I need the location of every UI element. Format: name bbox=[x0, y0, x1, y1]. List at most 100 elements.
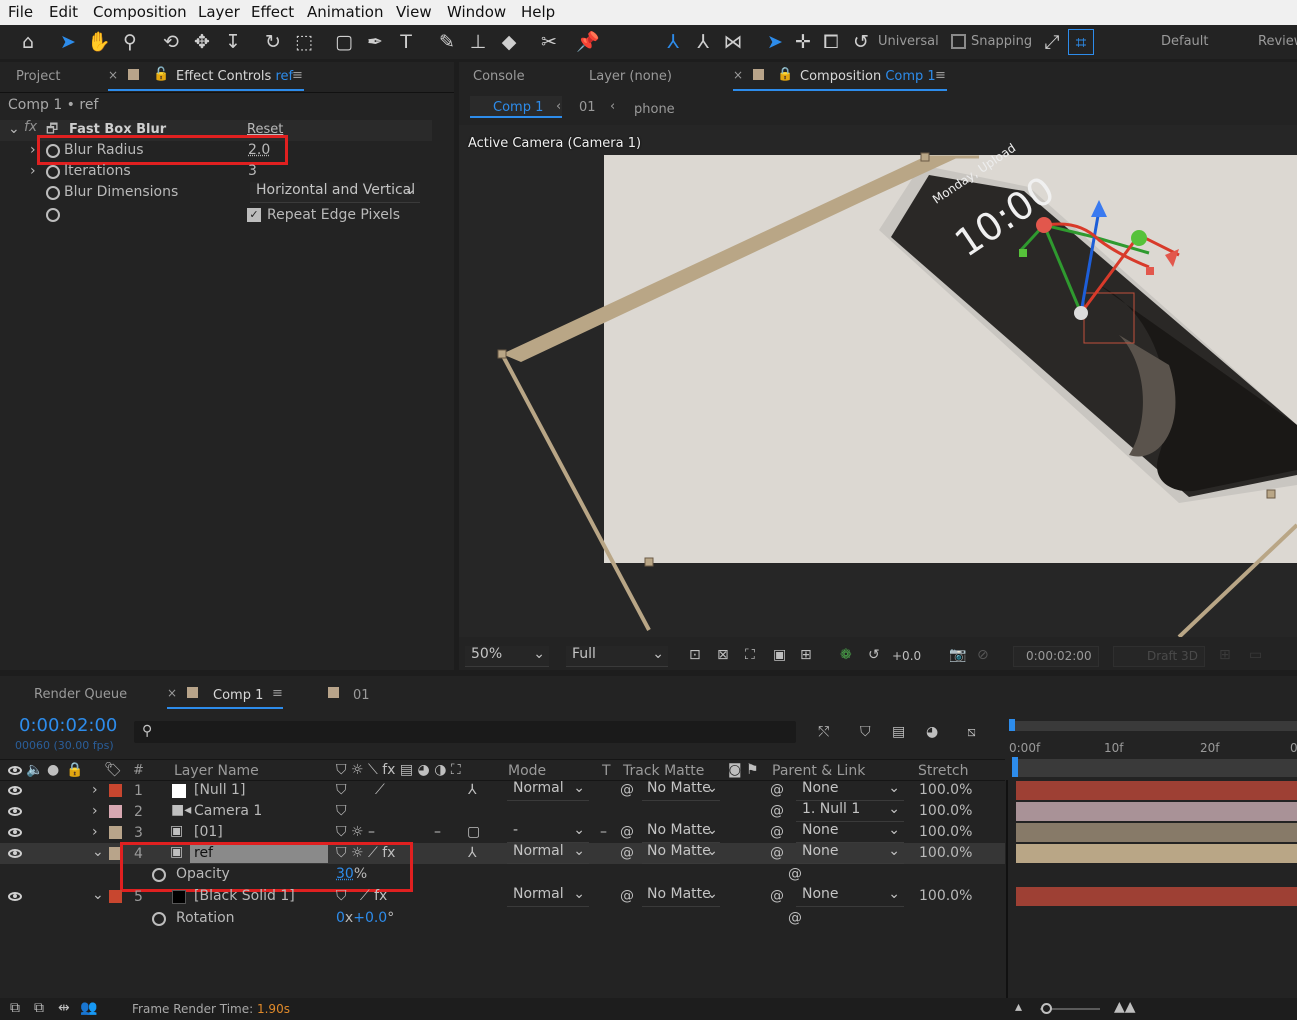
layer-name[interactable]: [Black Solid 1] bbox=[194, 888, 295, 904]
close-tab-icon[interactable]: × bbox=[167, 686, 177, 700]
resolution-dropdown[interactable]: Full ⌄ bbox=[566, 646, 668, 667]
track-matte-dropdown[interactable]: No Matte ⌄ bbox=[642, 886, 720, 907]
grid-snap-icon[interactable]: ⌗ bbox=[1068, 29, 1094, 55]
visibility-eye-icon[interactable] bbox=[8, 828, 22, 837]
shy-layers-icon[interactable]: ⛉ bbox=[860, 724, 871, 740]
view-axis-icon[interactable]: ⋈ bbox=[720, 29, 746, 55]
pan-behind-icon[interactable]: ⬚ bbox=[291, 29, 317, 55]
render-time-toggle-icon[interactable]: 👥 bbox=[80, 1000, 97, 1016]
layer-name[interactable]: Camera 1 bbox=[194, 803, 262, 819]
brush-tool-icon[interactable]: ✎ bbox=[434, 29, 460, 55]
mode-dropdown[interactable]: Normal ⌄ bbox=[507, 843, 589, 864]
panel-menu-icon[interactable]: ≡ bbox=[292, 68, 303, 83]
matte-link-icon[interactable]: @ bbox=[620, 782, 634, 798]
workspace-review[interactable]: Review bbox=[1258, 34, 1297, 49]
tab-comp1[interactable]: Comp 1 bbox=[213, 688, 263, 703]
layer-row[interactable]: › 2 ■◂ Camera 1 ⛉ @ 1. Null 1 ⌄ 100.0% bbox=[0, 801, 1005, 822]
visibility-eye-icon[interactable] bbox=[8, 786, 22, 795]
3d-rotate-icon[interactable]: ↺ bbox=[848, 29, 874, 55]
menu-help[interactable]: Help bbox=[521, 3, 555, 21]
menu-animation[interactable]: Animation bbox=[307, 3, 383, 21]
hand-tool-icon[interactable]: ✋ bbox=[86, 29, 112, 55]
column-layer-name[interactable]: Layer Name bbox=[174, 763, 259, 779]
tab-01[interactable]: 01 bbox=[353, 688, 370, 703]
playhead[interactable] bbox=[1012, 757, 1018, 777]
stopwatch-icon[interactable] bbox=[46, 165, 60, 179]
graph-editor-icon[interactable]: ⧅ bbox=[967, 724, 976, 740]
rectangle-tool-icon[interactable]: ▢ bbox=[331, 29, 357, 55]
expand-chevron-icon[interactable]: › bbox=[92, 803, 98, 819]
parent-pickwhip-icon[interactable]: @ bbox=[770, 888, 784, 904]
tab-composition[interactable]: Composition Comp 1 bbox=[800, 69, 936, 84]
layer-name[interactable]: [01] bbox=[194, 824, 223, 840]
tab-effect-controls[interactable]: Effect Controls ref bbox=[176, 69, 293, 84]
axis-mode-label[interactable]: Universal bbox=[878, 34, 939, 49]
home-icon[interactable]: ⌂ bbox=[15, 29, 41, 55]
timecode-display[interactable]: 0:00:02:00 bbox=[1013, 646, 1099, 667]
rotate-tool-icon[interactable]: ↻ bbox=[260, 29, 286, 55]
parent-dropdown[interactable]: None ⌄ bbox=[796, 843, 904, 864]
stretch-value[interactable]: 100.0% bbox=[919, 824, 972, 840]
visibility-eye-icon[interactable] bbox=[8, 892, 22, 901]
expand-chevron-icon[interactable]: › bbox=[92, 782, 98, 798]
expand-chevron-icon[interactable]: ⌄ bbox=[92, 844, 104, 860]
stopwatch-icon[interactable] bbox=[46, 186, 60, 200]
motion-blur-icon[interactable]: ◕ bbox=[926, 724, 938, 740]
shy-switch-icon[interactable]: ⛉ ☼ – bbox=[336, 824, 375, 840]
fx-icon[interactable]: fx bbox=[24, 119, 37, 135]
type-tool-icon[interactable]: T bbox=[393, 29, 419, 55]
close-tab-icon[interactable]: × bbox=[108, 68, 118, 82]
parent-pickwhip-icon[interactable]: @ bbox=[770, 782, 784, 798]
roto-brush-icon[interactable]: ✂ bbox=[536, 29, 562, 55]
expand-chevron-icon[interactable]: › bbox=[30, 142, 36, 158]
lock-icon[interactable]: 🔒 bbox=[777, 67, 793, 82]
show-snapshot-icon[interactable]: ⊘ bbox=[977, 647, 989, 663]
menu-window[interactable]: Window bbox=[447, 3, 506, 21]
menu-composition[interactable]: Composition bbox=[93, 3, 187, 21]
shy-switch-icon[interactable]: ⛉ bbox=[336, 782, 347, 798]
stretch-value[interactable]: 100.0% bbox=[919, 888, 972, 904]
layer-row[interactable]: ⌄ 5 [Black Solid 1] ⛉ ⟋ fx Normal ⌄ @ No … bbox=[0, 886, 1005, 907]
visibility-eye-icon[interactable] bbox=[8, 849, 22, 858]
zoom-out-icon[interactable]: ▴ bbox=[1015, 999, 1022, 1015]
3d-layer-switch-icon[interactable]: ▢ bbox=[467, 824, 480, 840]
tab-layer[interactable]: Layer (none) bbox=[589, 69, 672, 84]
layer-bar[interactable] bbox=[1016, 823, 1297, 842]
menu-effect[interactable]: Effect bbox=[251, 3, 294, 21]
3d-scale-icon[interactable]: ⧠ bbox=[818, 29, 844, 55]
tab-render-queue[interactable]: Render Queue bbox=[34, 687, 127, 702]
fast-previews-icon[interactable]: ⊡ bbox=[689, 647, 701, 663]
crumb-01[interactable]: 01 bbox=[579, 100, 596, 115]
grid-guides-icon[interactable]: ⊞ bbox=[800, 647, 812, 663]
layer-bar[interactable] bbox=[1016, 802, 1297, 821]
snapping-checkbox[interactable] bbox=[951, 34, 966, 49]
menu-file[interactable]: File bbox=[8, 3, 33, 21]
layer-bar[interactable] bbox=[1016, 887, 1297, 906]
track-matte-dropdown[interactable]: No Matte ⌄ bbox=[642, 780, 720, 801]
label-color[interactable] bbox=[109, 826, 122, 839]
crumb-phone[interactable]: phone bbox=[634, 102, 675, 117]
playhead-bar[interactable] bbox=[1012, 759, 1297, 777]
mode-dropdown[interactable]: - ⌄ bbox=[507, 822, 589, 843]
orbit-camera-icon[interactable]: ⟲ bbox=[158, 29, 184, 55]
shy-switch-icon[interactable]: ⛉ bbox=[336, 803, 347, 819]
comp-flowchart-icon[interactable]: ⤲ bbox=[818, 724, 829, 740]
menu-edit[interactable]: Edit bbox=[49, 3, 78, 21]
current-time[interactable]: 0:00:02:00 bbox=[19, 715, 117, 736]
layer-bar[interactable] bbox=[1016, 781, 1297, 800]
snap-options-icon[interactable]: ⤢ bbox=[1039, 29, 1065, 55]
parent-dropdown[interactable]: 1. Null 1 ⌄ bbox=[796, 801, 904, 822]
close-tab-icon[interactable]: × bbox=[733, 68, 743, 82]
parent-dropdown[interactable]: None ⌄ bbox=[796, 780, 904, 801]
zoom-tool-icon[interactable]: ⚲ bbox=[117, 29, 143, 55]
parent-pickwhip-icon[interactable]: @ bbox=[770, 845, 784, 861]
3d-view-icon[interactable]: ▭ bbox=[1249, 647, 1262, 663]
expand-chevron-icon[interactable]: ⌄ bbox=[92, 887, 104, 903]
modes-toggle-icon[interactable]: ⧉ bbox=[34, 1000, 44, 1016]
pen-tool-icon[interactable]: ✒ bbox=[362, 29, 388, 55]
matte-link-icon[interactable]: @ bbox=[620, 888, 634, 904]
tab-project[interactable]: Project bbox=[16, 69, 60, 84]
comp-viewer[interactable]: Monday, Upload 10:00 Active Camera (Came… bbox=[459, 125, 1297, 637]
repeat-edge-checkbox[interactable]: ✓ bbox=[247, 208, 261, 222]
shy-switch-icon[interactable]: ⛉ ⟋ fx bbox=[336, 888, 387, 904]
